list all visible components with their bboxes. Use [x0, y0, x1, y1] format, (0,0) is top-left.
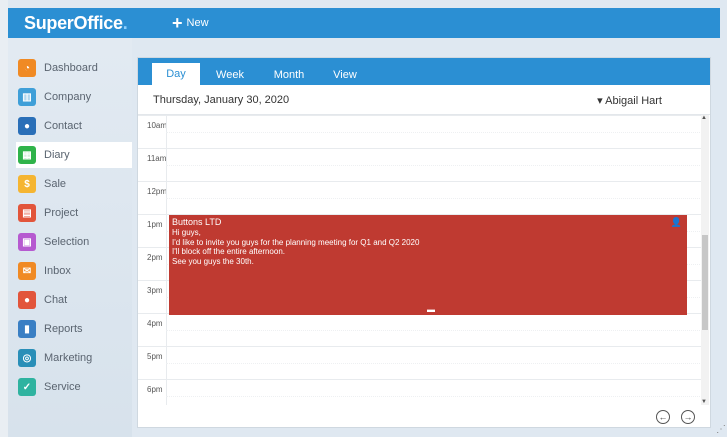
- marketing-icon: ◎: [18, 349, 36, 367]
- diary-panel: Day Week Month View Thursday, January 30…: [137, 57, 711, 428]
- sidebar-item-label: Diary: [44, 149, 70, 161]
- next-day-icon[interactable]: →: [681, 410, 695, 424]
- tab-view[interactable]: View: [326, 65, 364, 85]
- sidebar-item-label: Service: [44, 381, 81, 393]
- view-tabs: Day Week Month View: [138, 58, 710, 85]
- contact-icon: ●: [18, 117, 36, 135]
- hour-row[interactable]: 5pm: [138, 346, 704, 380]
- hour-row[interactable]: 10am: [138, 115, 704, 149]
- top-bar: SuperOffice. + New: [8, 8, 720, 38]
- sidebar-item-marketing[interactable]: ◎ Marketing: [16, 345, 131, 371]
- chat-icon: ●: [18, 291, 36, 309]
- appointment-text-line: Hi guys,: [172, 228, 201, 237]
- inbox-icon: ✉: [18, 262, 36, 280]
- sidebar-item-dashboard[interactable]: ◔ Dashboard: [16, 55, 131, 81]
- half-hour-line: [166, 330, 704, 331]
- new-button[interactable]: + New: [172, 14, 209, 32]
- half-hour-line: [166, 198, 704, 199]
- resize-handle-icon[interactable]: ▬: [427, 305, 435, 314]
- previous-day-icon[interactable]: ←: [656, 410, 670, 424]
- sidebar-item-project[interactable]: ▤ Project: [16, 200, 131, 226]
- half-hour-line: [166, 165, 704, 166]
- appointment-title: Buttons LTD: [172, 217, 222, 227]
- appointment-text-line: I'd like to invite you guys for the plan…: [172, 237, 420, 247]
- appointment-text-line: I'll block off the entire afternoon.: [172, 247, 286, 256]
- sidebar-item-label: Project: [44, 207, 79, 219]
- sidebar-item-label: Contact: [44, 120, 82, 132]
- sidebar-item-service[interactable]: ✓ Service: [16, 374, 131, 400]
- superoffice-logo[interactable]: SuperOffice.: [24, 13, 128, 34]
- hour-row[interactable]: 12pm: [138, 181, 704, 215]
- current-date: Thursday, January 30, 2020: [153, 94, 290, 106]
- sidebar-item-label: Inbox: [44, 265, 71, 277]
- sidebar-item-label: Sale: [44, 178, 67, 190]
- vertical-scrollbar[interactable]: ▲ ▼: [701, 115, 709, 405]
- hour-label: 3pm: [147, 286, 163, 295]
- sidebar-item-label: Company: [44, 91, 92, 103]
- sidebar-item-label: Reports: [44, 323, 83, 335]
- scroll-up-icon[interactable]: ▲: [701, 115, 707, 121]
- logo-dot: .: [122, 13, 128, 33]
- resize-grip-icon[interactable]: ⋰: [716, 424, 726, 435]
- sidebar-item-reports[interactable]: ▮ Reports: [16, 316, 131, 342]
- appointment-text-line: See you guys the 30th.: [172, 256, 254, 266]
- sidebar-item-label: Chat: [44, 294, 68, 306]
- hour-label: 12pm: [147, 187, 168, 196]
- tab-month[interactable]: Month: [266, 65, 312, 85]
- scroll-thumb[interactable]: [702, 235, 708, 330]
- half-hour-line: [166, 363, 704, 364]
- service-icon: ✓: [18, 378, 36, 396]
- sale-icon: $: [18, 175, 36, 193]
- half-hour-line: [166, 396, 704, 397]
- new-label: New: [186, 17, 209, 29]
- hour-row[interactable]: 4pm: [138, 313, 704, 347]
- hour-label: 11am: [147, 154, 167, 163]
- company-icon: ▥: [18, 88, 36, 106]
- plus-icon: +: [172, 13, 183, 33]
- hour-label: 6pm: [147, 385, 163, 394]
- sidebar-item-sale[interactable]: $ Sale: [16, 171, 131, 197]
- reports-icon: ▮: [18, 320, 36, 338]
- dashboard-icon: ◔: [18, 59, 36, 77]
- sidebar-item-company[interactable]: ▥ Company: [16, 84, 131, 110]
- diary-icon: ▦: [18, 146, 36, 164]
- hour-label: 5pm: [147, 352, 163, 361]
- sidebar-item-diary[interactable]: ▦ Diary: [16, 142, 132, 168]
- person-icon: 👤: [670, 217, 682, 227]
- hour-row[interactable]: 6pm: [138, 379, 704, 405]
- scroll-down-icon[interactable]: ▼: [701, 399, 707, 405]
- sidebar-item-label: Selection: [44, 236, 90, 248]
- hour-label: 2pm: [147, 253, 163, 262]
- window-frame: [0, 0, 8, 437]
- user-dropdown[interactable]: ▾ Abigail Hart: [597, 94, 662, 107]
- sidebar-item-inbox[interactable]: ✉ Inbox: [16, 258, 131, 284]
- divider: [166, 380, 167, 405]
- hour-label: 4pm: [147, 319, 163, 328]
- date-bar: Thursday, January 30, 2020 ▾ Abigail Har…: [138, 85, 710, 115]
- half-hour-line: [166, 132, 704, 133]
- sidebar-item-label: Marketing: [44, 352, 93, 364]
- project-icon: ▤: [18, 204, 36, 222]
- appointment-buttons-ltd[interactable]: Buttons LTD Hi guys, I'd like to invite …: [169, 215, 687, 315]
- tab-week[interactable]: Week: [208, 65, 252, 85]
- hour-label: 1pm: [147, 220, 163, 229]
- sidebar-item-selection[interactable]: ▣ Selection: [16, 229, 131, 255]
- sidebar-item-label: Dashboard: [44, 62, 98, 74]
- selection-icon: ▣: [18, 233, 36, 251]
- hour-label: 10am: [147, 121, 168, 130]
- tab-day[interactable]: Day: [152, 63, 200, 85]
- logo-text: SuperOffice: [24, 13, 123, 33]
- sidebar-item-chat[interactable]: ● Chat: [16, 287, 131, 313]
- sidebar-item-contact[interactable]: ● Contact: [16, 113, 131, 139]
- hour-row[interactable]: 11am: [138, 148, 704, 182]
